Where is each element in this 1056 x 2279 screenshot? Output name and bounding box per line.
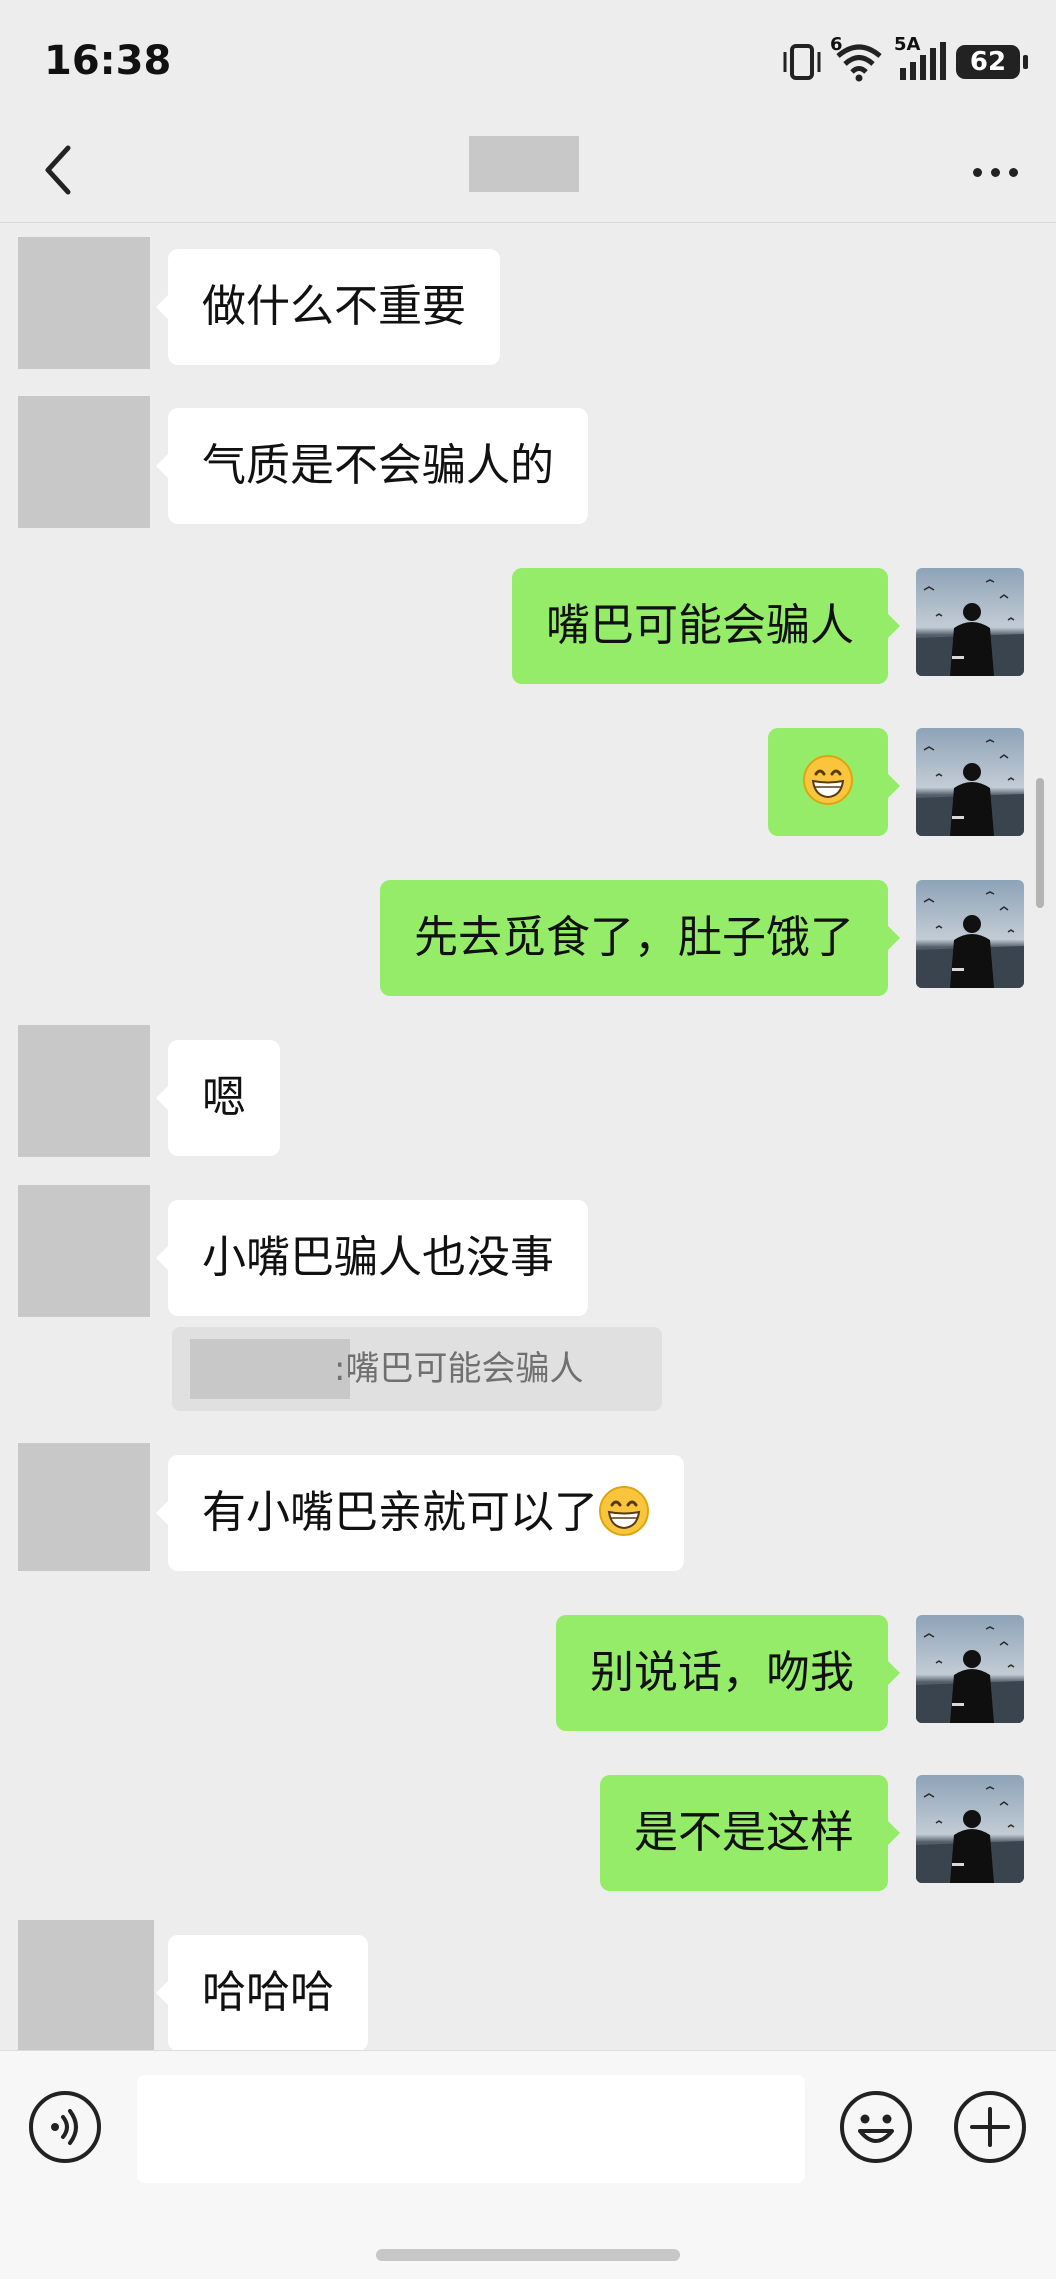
contact-avatar-redacted[interactable]: [18, 396, 150, 528]
self-avatar[interactable]: [916, 1775, 1024, 1883]
grinning-face-emoji: [802, 754, 854, 806]
more-dot-icon: [972, 167, 982, 177]
contact-avatar-redacted[interactable]: [18, 1185, 150, 1317]
more-actions-button[interactable]: [952, 2089, 1028, 2165]
message-bubble-incoming[interactable]: 做什么不重要: [156, 249, 500, 365]
self-avatar[interactable]: [916, 880, 1024, 988]
contact-avatar-redacted[interactable]: [18, 1920, 154, 2050]
scrollbar[interactable]: [1036, 778, 1044, 908]
quoted-message[interactable]: :嘴巴可能会骗人: [172, 1327, 662, 1411]
plus-circle-icon: [954, 2091, 1026, 2163]
self-avatar[interactable]: [916, 568, 1024, 676]
voice-input-button[interactable]: [27, 2089, 103, 2165]
message-bubble-incoming[interactable]: 气质是不会骗人的: [156, 408, 588, 524]
home-indicator[interactable]: [376, 2249, 680, 2261]
contact-name-redacted: [469, 136, 579, 192]
grinning-face-emoji: [598, 1485, 650, 1537]
wifi-label: 6: [830, 34, 843, 55]
smiley-icon: [840, 2091, 912, 2163]
more-dot-icon: [1008, 167, 1018, 177]
status-time: 16:38: [44, 38, 172, 84]
battery-icon: 62: [956, 45, 1028, 79]
input-bar: [0, 2050, 1056, 2279]
message-bubble-outgoing[interactable]: [768, 728, 900, 836]
contact-avatar-redacted[interactable]: [18, 237, 150, 369]
status-icons: 6 5A 62: [780, 34, 1028, 84]
message-bubble-incoming[interactable]: 有小嘴巴亲就可以了: [156, 1455, 684, 1571]
message-bubble-outgoing[interactable]: 别说话，吻我: [556, 1615, 900, 1731]
message-bubble-incoming[interactable]: 小嘴巴骗人也没事: [156, 1200, 588, 1316]
self-avatar[interactable]: [916, 728, 1024, 836]
message-bubble-outgoing[interactable]: 是不是这样: [600, 1775, 900, 1891]
chevron-left-icon: [45, 145, 71, 195]
message-input[interactable]: [137, 2075, 805, 2183]
wifi-icon: 6: [830, 34, 884, 82]
back-button[interactable]: [36, 138, 100, 202]
message-text: 有小嘴巴亲就可以了: [202, 1487, 598, 1538]
voice-icon: [29, 2091, 101, 2163]
contact-avatar-redacted[interactable]: [18, 1025, 150, 1157]
cell-signal-icon: 5A: [894, 34, 946, 82]
status-bar: 16:38 6 5A 62: [0, 0, 1056, 120]
contact-avatar-redacted[interactable]: [18, 1443, 150, 1571]
more-options-button[interactable]: [960, 142, 1030, 202]
more-dot-icon: [990, 167, 1000, 177]
vibrate-icon: [783, 44, 821, 80]
message-bubble-incoming[interactable]: 哈哈哈: [156, 1935, 368, 2050]
quoted-sender-redacted: [190, 1339, 350, 1399]
message-bubble-incoming[interactable]: 嗯: [156, 1040, 280, 1156]
message-bubble-outgoing[interactable]: 先去觅食了，肚子饿了: [380, 880, 900, 996]
quoted-text: :嘴巴可能会骗人: [334, 1349, 584, 1389]
chat-message-list[interactable]: 做什么不重要 气质是不会骗人的 嘴巴可能会骗人 先去觅食了，肚子饿了 嗯 小嘴巴…: [0, 223, 1056, 2050]
chat-header: [0, 120, 1056, 223]
self-avatar[interactable]: [916, 1615, 1024, 1723]
emoji-button[interactable]: [838, 2089, 914, 2165]
message-bubble-outgoing[interactable]: 嘴巴可能会骗人: [512, 568, 900, 684]
